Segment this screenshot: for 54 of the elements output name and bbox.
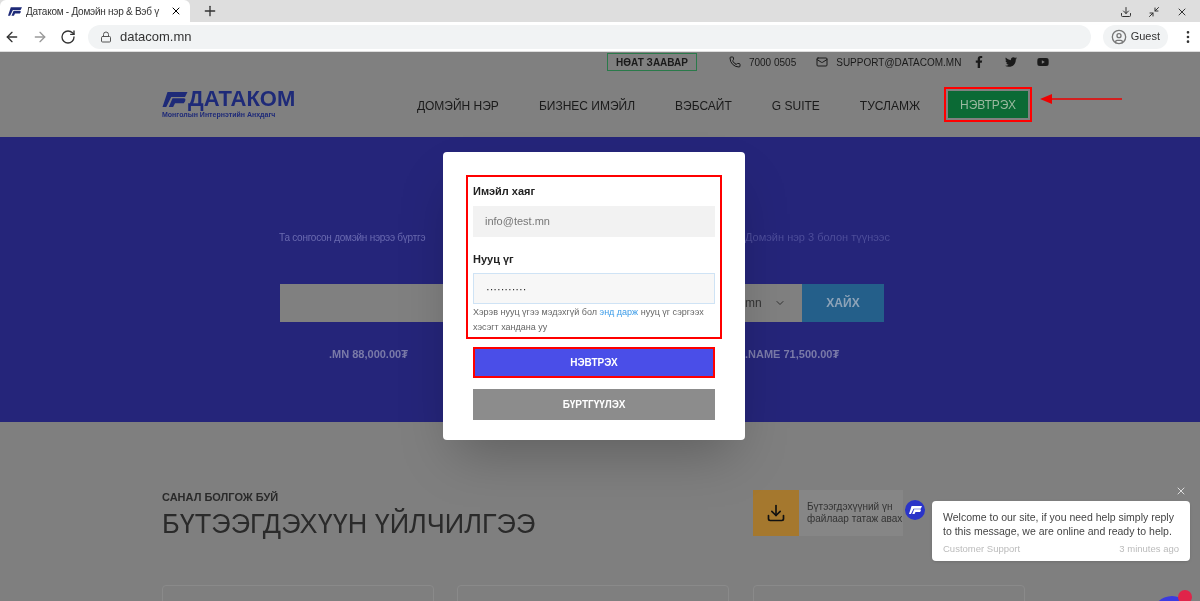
browser-tab[interactable]: Датаком - Домэйн нэр & Вэб ү [0, 0, 190, 22]
logo-mark-icon [908, 506, 922, 514]
reset-password-link[interactable]: энд дарж [599, 307, 639, 317]
download-text: файлаар татаж авах [807, 513, 903, 526]
password-help-text: Хэрэв нууц үгээ мэдэхгүй бол энд дарж нууц үг сэргээх хэсэгт хандана уу [473, 306, 705, 334]
close-tab-icon[interactable] [170, 5, 182, 17]
nav-link[interactable]: ДОМЭЙН НЭР [412, 94, 503, 117]
mail-icon [816, 56, 829, 68]
url-text: datacom.mn [120, 27, 192, 46]
download-text: Бүтээгдэхүүний үн [807, 500, 894, 513]
restore-icon[interactable] [1148, 6, 1160, 18]
login-submit-button[interactable]: НЭВТРЭХ [473, 347, 715, 378]
domain-price: .NAME 71,500.00₮ [745, 347, 840, 362]
download-card[interactable]: Бүтээгдэхүүний үн файлаар татаж авах [753, 490, 903, 536]
domain-price: .MN 88,000.00₮ [329, 347, 408, 362]
search-button[interactable]: ХАЙХ [802, 284, 884, 322]
close-icon[interactable] [1176, 6, 1188, 18]
domain-extension-select[interactable]: mn [745, 284, 802, 322]
download-icon [766, 503, 786, 523]
youtube-icon[interactable] [1037, 56, 1050, 68]
profile-button[interactable]: Guest [1102, 24, 1168, 49]
section-eyebrow: САНАЛ БОЛГОЖ БУЙ [162, 490, 279, 505]
nav-link[interactable]: ВЭБСАЙТ [671, 94, 736, 117]
login-button[interactable]: НЭВТРЭХ [944, 87, 1032, 122]
phone-number: 7000 0505 [748, 55, 797, 70]
nav-link[interactable]: ТУСЛАМЖ [855, 94, 924, 117]
nav-link[interactable]: БИЗНЕС ИМЭЙЛ [534, 94, 640, 117]
close-chat-icon[interactable] [1175, 485, 1187, 497]
address-bar[interactable]: datacom.mn [88, 24, 1091, 49]
reload-icon[interactable] [60, 28, 76, 45]
register-button[interactable]: БҮРТГҮҮЛЭХ [473, 389, 715, 420]
hero-subtitle: Та сонгосон домэйн нэрээ бүртгэ [279, 231, 426, 245]
phone-icon [728, 56, 741, 68]
logo-text: ДАТАКОМ [188, 88, 296, 111]
notification-badge [1178, 590, 1192, 601]
chat-message: Welcome to our site, if you need help simply reply to this message, we are online and ready to help. [943, 510, 1175, 538]
logo-mark-icon [8, 6, 22, 16]
avatar-icon [1110, 28, 1127, 45]
email-address: SUPPORT@DATACOM.MN [836, 55, 962, 70]
lock-icon [100, 30, 112, 43]
vat-guide-button[interactable]: НӨАТ ЗААВАР [607, 53, 697, 71]
password-label: Нууц үг [473, 251, 515, 267]
email-field[interactable]: info@test.mn [473, 205, 715, 237]
chat-sender: Customer Support [943, 542, 1021, 556]
logo-mark-icon [162, 91, 188, 107]
email-label: Имэйл хаяг [473, 184, 536, 199]
new-tab-icon[interactable] [202, 3, 218, 19]
tab-title: Датаком - Домэйн нэр & Вэб ү [26, 4, 159, 19]
twitter-icon[interactable] [1005, 56, 1018, 68]
chat-time: 3 minutes ago [1119, 542, 1179, 556]
nav-link[interactable]: G SUITE [767, 94, 824, 117]
download-icon[interactable] [1120, 6, 1132, 18]
password-field[interactable]: ··········· [473, 273, 715, 304]
section-title: БҮТЭЭГДЭХҮҮН ҮЙЛЧИЛГЭЭ [162, 507, 536, 541]
